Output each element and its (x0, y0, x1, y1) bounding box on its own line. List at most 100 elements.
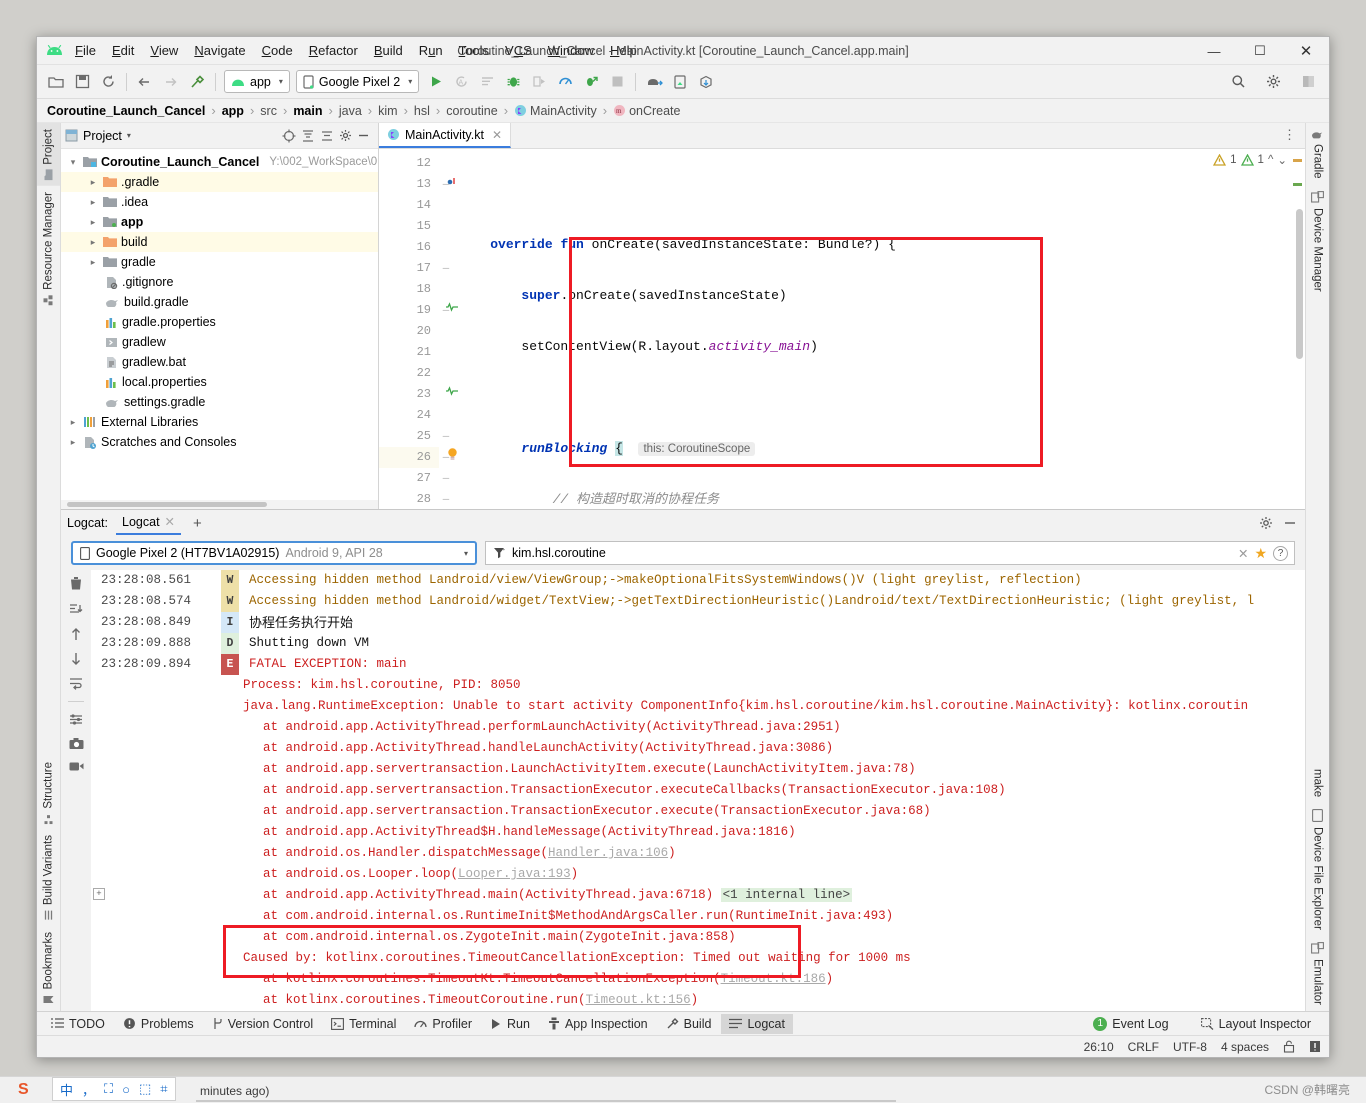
ime-toolbox-icon[interactable]: ⌗ (160, 1081, 167, 1097)
tree-row-gradle-properties[interactable]: gradle.properties (61, 312, 378, 332)
tree-row-gitignore[interactable]: .gitignore (61, 272, 378, 292)
line-separator[interactable]: CRLF (1128, 1040, 1159, 1054)
breadcrumb-item-java[interactable]: java (337, 104, 364, 118)
apply-code-changes-icon[interactable] (474, 69, 500, 95)
logcat-settings-icon[interactable] (69, 713, 83, 726)
chevron-down-icon[interactable]: ▾ (67, 157, 79, 168)
debug-run-anyway-icon[interactable] (578, 69, 604, 95)
menu-run[interactable]: Run (411, 40, 451, 61)
maximize-button[interactable]: ☐ (1237, 37, 1283, 65)
debug-icon[interactable] (500, 69, 526, 95)
chevron-right-icon[interactable]: ▸ (87, 177, 99, 188)
ime-voice-icon[interactable]: ○ (122, 1082, 130, 1097)
editor-vscrollbar[interactable] (1296, 209, 1303, 359)
ime-keyboard-icon[interactable]: ⛶ (104, 1081, 113, 1097)
ime-screenshot-icon[interactable]: ⬚ (139, 1081, 151, 1097)
menu-view[interactable]: View (142, 40, 186, 61)
indent-setting[interactable]: 4 spaces (1221, 1040, 1269, 1054)
sdk-manager-icon[interactable] (693, 69, 719, 95)
menu-edit[interactable]: Edit (104, 40, 142, 61)
tool-layout-inspector[interactable]: Layout Inspector (1193, 1014, 1319, 1034)
tree-row-app[interactable]: ▸ app (61, 212, 378, 232)
gear-icon[interactable] (1260, 69, 1286, 95)
editor-marker-bar[interactable] (1289, 149, 1305, 509)
tool-profiler[interactable]: Profiler (406, 1014, 480, 1034)
clear-query-icon[interactable]: ✕ (1238, 546, 1248, 561)
fold-handle[interactable]: ─ (439, 468, 453, 489)
sidebar-item-build-variants[interactable]: Build Variants (37, 829, 60, 926)
gradle-sync-icon[interactable] (641, 69, 667, 95)
tree-row-gradle-dir[interactable]: ▸ .gradle (61, 172, 378, 192)
build-hammer-icon[interactable] (184, 69, 210, 95)
notifications-icon[interactable] (1309, 1040, 1321, 1053)
menu-code[interactable]: Code (254, 40, 301, 61)
profiler-icon[interactable] (552, 69, 578, 95)
log-stack-text[interactable]: at android.os.Looper.loop(Looper.java:19… (91, 864, 578, 885)
tree-row-build[interactable]: ▸ build (61, 232, 378, 252)
log-stack-text[interactable]: at android.os.Handler.dispatchMessage(Ha… (91, 843, 676, 864)
stop-icon[interactable] (604, 69, 630, 95)
apply-changes-icon[interactable]: A (448, 69, 474, 95)
tool-version-control[interactable]: Version Control (204, 1014, 321, 1034)
tree-row-gradle[interactable]: ▸ gradle (61, 252, 378, 272)
tree-row-gradlew[interactable]: gradlew (61, 332, 378, 352)
breadcrumb-item-project[interactable]: Coroutine_Launch_Cancel (45, 104, 207, 118)
tab-mainactivity-kt[interactable]: MainActivity.kt ✕ (379, 123, 512, 148)
collapse-all-icon[interactable] (320, 129, 334, 143)
ime-punctuation[interactable]: ， (82, 1080, 95, 1099)
breadcrumb-item-app[interactable]: app (220, 104, 246, 118)
chevron-down-icon[interactable]: ▾ (127, 131, 131, 140)
next-occurrence-icon[interactable] (70, 652, 82, 666)
debug-attach-icon[interactable] (526, 69, 552, 95)
breadcrumb-item-oncreate[interactable]: m onCreate (611, 104, 682, 118)
tree-row-idea[interactable]: ▸ .idea (61, 192, 378, 212)
tree-row-scratches[interactable]: ▸ Scratches and Consoles (61, 432, 378, 452)
locate-file-icon[interactable] (282, 129, 296, 143)
chevron-right-icon[interactable]: ▸ (87, 237, 99, 248)
run-icon[interactable] (422, 69, 448, 95)
tree-row-external-libraries[interactable]: ▸ External Libraries (61, 412, 378, 432)
log-fold-toggle[interactable]: + (93, 888, 105, 900)
screen-record-icon[interactable] (69, 761, 84, 772)
logcat-output[interactable]: 23:28:08.561 W Accessing hidden method Lan… (91, 570, 1305, 1011)
add-logcat-tab-icon[interactable]: + (189, 515, 206, 532)
close-button[interactable]: ✕ (1283, 37, 1329, 65)
sidebar-item-emulator[interactable]: Emulator (1306, 936, 1329, 1011)
sogou-ime-logo-icon[interactable]: S (18, 1081, 29, 1099)
fold-handle[interactable]: ─ (439, 426, 453, 447)
menu-navigate[interactable]: Navigate (186, 40, 253, 61)
user-account-icon[interactable] (1295, 69, 1321, 95)
editor-options-icon[interactable]: ⋮ (1283, 127, 1297, 143)
chevron-right-icon[interactable]: ▸ (67, 437, 79, 448)
sidebar-item-structure[interactable]: Structure (37, 756, 60, 830)
tool-logcat[interactable]: Logcat (721, 1013, 793, 1034)
chevron-down-icon[interactable]: ▾ (464, 549, 468, 558)
sidebar-item-bookmarks[interactable]: Bookmarks (37, 926, 60, 1011)
inspection-summary[interactable]: 1 1 ^ ⌄ (1213, 153, 1287, 167)
clear-logcat-icon[interactable] (69, 576, 83, 591)
forward-icon[interactable] (158, 69, 184, 95)
menu-file[interactable]: File (67, 40, 104, 61)
tree-row-gradlew-bat[interactable]: gradlew.bat (61, 352, 378, 372)
favorite-star-icon[interactable]: ★ (1254, 545, 1267, 562)
logcat-query-input[interactable]: kim.hsl.coroutine ✕ ★ ? (485, 541, 1295, 565)
sidebar-item-device-file-explorer[interactable]: Device File Explorer (1306, 803, 1329, 936)
tool-build[interactable]: Build (658, 1014, 720, 1034)
tool-event-log[interactable]: 1 Event Log (1085, 1014, 1176, 1034)
tree-row-root[interactable]: ▾ Coroutine_Launch_Cancel Y:\002_WorkSpa… (61, 152, 378, 172)
log-stack-text[interactable]: at kotlinx.coroutines.TimeoutCoroutine.r… (91, 990, 698, 1011)
tool-run[interactable]: Run (482, 1014, 538, 1034)
tool-terminal[interactable]: Terminal (323, 1014, 404, 1034)
chevron-right-icon[interactable]: ▸ (67, 417, 79, 428)
close-icon[interactable]: ✕ (492, 128, 502, 142)
lock-icon[interactable] (1283, 1040, 1295, 1053)
sidebar-item-gradle[interactable]: Gradle (1306, 123, 1329, 185)
log-stack-text[interactable]: at android.app.ActivityThread.main(Activ… (91, 885, 853, 906)
previous-occurrence-icon[interactable] (70, 627, 82, 641)
module-selector[interactable]: app ▾ (224, 70, 290, 93)
sidebar-item-device-manager[interactable]: Device Manager (1306, 185, 1329, 298)
sidebar-item-project[interactable]: Project (37, 123, 60, 186)
hide-panel-icon[interactable] (357, 129, 374, 142)
fold-handle[interactable]: ─ (439, 258, 453, 279)
expand-all-icon[interactable] (301, 129, 315, 143)
